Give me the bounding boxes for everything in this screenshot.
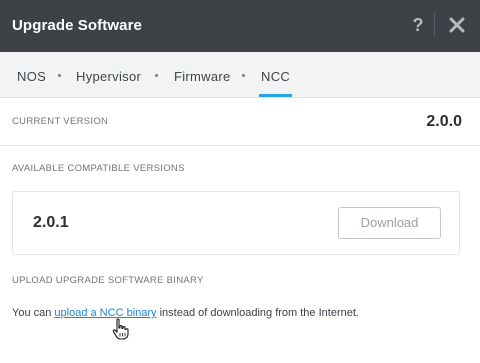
tab-ncc[interactable]: NCC [261, 69, 290, 84]
upload-label: UPLOAD UPGRADE SOFTWARE BINARY [12, 275, 204, 286]
tab-nos[interactable]: NOS [17, 69, 46, 84]
available-versions-label: AVAILABLE COMPATIBLE VERSIONS [12, 163, 185, 174]
current-version-value: 2.0.0 [426, 113, 462, 130]
dialog-header: Upgrade Software ? [0, 0, 480, 52]
download-button[interactable]: Download [338, 207, 441, 239]
upload-binary-link[interactable]: upload a NCC binary [54, 307, 156, 319]
tab-hypervisor[interactable]: Hypervisor [76, 69, 141, 84]
available-version: 2.0.1 [33, 214, 69, 231]
close-icon[interactable] [447, 14, 467, 36]
header-divider [434, 13, 435, 37]
section-divider [0, 145, 480, 146]
dialog-title: Upgrade Software [12, 17, 142, 34]
hand-cursor-icon [112, 318, 130, 342]
tab-separator [242, 74, 245, 77]
active-tab-indicator [259, 94, 292, 97]
upload-instructions: You can upload a NCC binary instead of d… [12, 307, 359, 319]
help-icon[interactable]: ? [409, 14, 427, 36]
tab-separator [155, 74, 158, 77]
tab-firmware[interactable]: Firmware [174, 69, 231, 84]
tab-bar: NOS Hypervisor Firmware NCC [0, 52, 480, 98]
tab-separator [58, 74, 61, 77]
version-card: 2.0.1 Download [12, 191, 460, 255]
upload-text-after: instead of downloading from the Internet… [156, 307, 359, 319]
upload-text-before: You can [12, 307, 55, 319]
current-version-label: CURRENT VERSION [12, 116, 109, 127]
